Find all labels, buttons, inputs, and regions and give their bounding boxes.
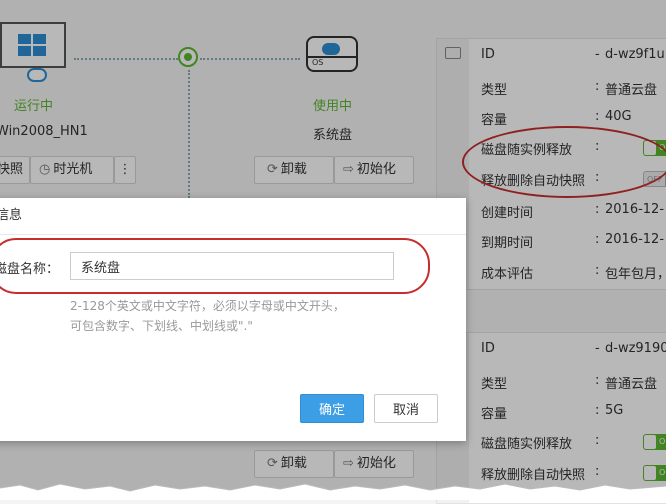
hint-line-2: 可包含数字、下划线、中划线或"." [70, 319, 253, 333]
confirm-button[interactable]: 确定 [300, 394, 364, 423]
rename-disk-dialog: 信息 磁盘名称： 2-128个英文或中文字符，必须以字母或中文开头， 可包含数字… [0, 198, 466, 441]
hint-line-1: 2-128个英文或中文字符，必须以字母或中文开头， [70, 299, 345, 313]
cancel-button[interactable]: 取消 [374, 394, 438, 423]
disk-name-label: 磁盘名称： [0, 262, 60, 277]
name-hint: 2-128个英文或中文字符，必须以字母或中文开头， 可包含数字、下划线、中划线或… [70, 296, 410, 336]
torn-edge-decoration [0, 483, 666, 500]
dialog-title: 信息 [0, 198, 466, 235]
disk-name-input[interactable] [70, 252, 394, 280]
